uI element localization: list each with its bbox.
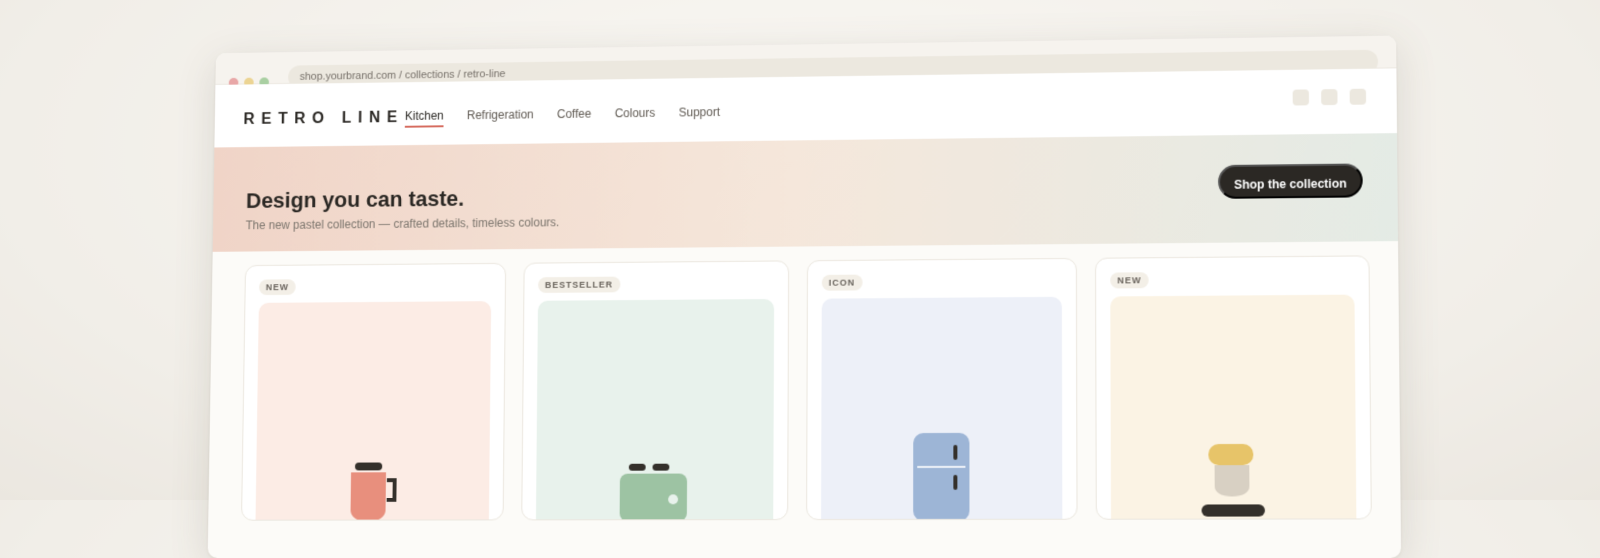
product-image[interactable]	[536, 299, 774, 520]
hero-subtitle: The new pastel collection — crafted deta…	[246, 215, 560, 232]
product-card-coffee-machine[interactable]: NEW	[1095, 255, 1372, 519]
product-image[interactable]	[821, 297, 1062, 520]
product-card-refrigerator[interactable]: ICON	[806, 258, 1077, 520]
nav-colours[interactable]: Colours	[615, 106, 656, 125]
nav-refrigeration[interactable]: Refrigeration	[467, 108, 534, 127]
nav-kitchen[interactable]: Kitchen	[405, 109, 444, 128]
product-badge: NEW	[1110, 272, 1148, 288]
product-badge: ICON	[822, 275, 862, 291]
browser-window: shop.yourbrand.com / collections / retro…	[208, 36, 1401, 558]
search-icon[interactable]	[1293, 89, 1309, 105]
nav-support[interactable]: Support	[679, 105, 720, 124]
header-actions	[1293, 89, 1366, 106]
product-card-kettle[interactable]: NEW	[241, 263, 506, 521]
product-grid: NEW BESTSELLER ICON	[241, 255, 1372, 520]
hero-title: Design you can taste.	[246, 186, 464, 214]
product-image[interactable]	[1110, 295, 1356, 520]
product-badge: BESTSELLER	[538, 277, 620, 293]
hero-banner: Design you can taste. The new pastel col…	[213, 133, 1398, 252]
kettle-icon	[338, 462, 407, 520]
nav-coffee[interactable]: Coffee	[557, 107, 591, 126]
main-navigation: Kitchen Refrigeration Coffee Colours Sup…	[405, 105, 720, 128]
coffee-machine-icon	[1196, 444, 1270, 520]
shop-collection-button[interactable]: Shop the collection	[1218, 163, 1363, 198]
toaster-icon	[615, 464, 694, 521]
product-badge: NEW	[259, 279, 296, 295]
brand-logo[interactable]: RETRO LINE	[243, 109, 404, 128]
cart-icon[interactable]	[1350, 89, 1366, 105]
refrigerator-icon	[906, 433, 976, 520]
product-image[interactable]	[255, 301, 491, 521]
account-icon[interactable]	[1321, 89, 1337, 105]
product-card-toaster[interactable]: BESTSELLER	[521, 260, 789, 520]
